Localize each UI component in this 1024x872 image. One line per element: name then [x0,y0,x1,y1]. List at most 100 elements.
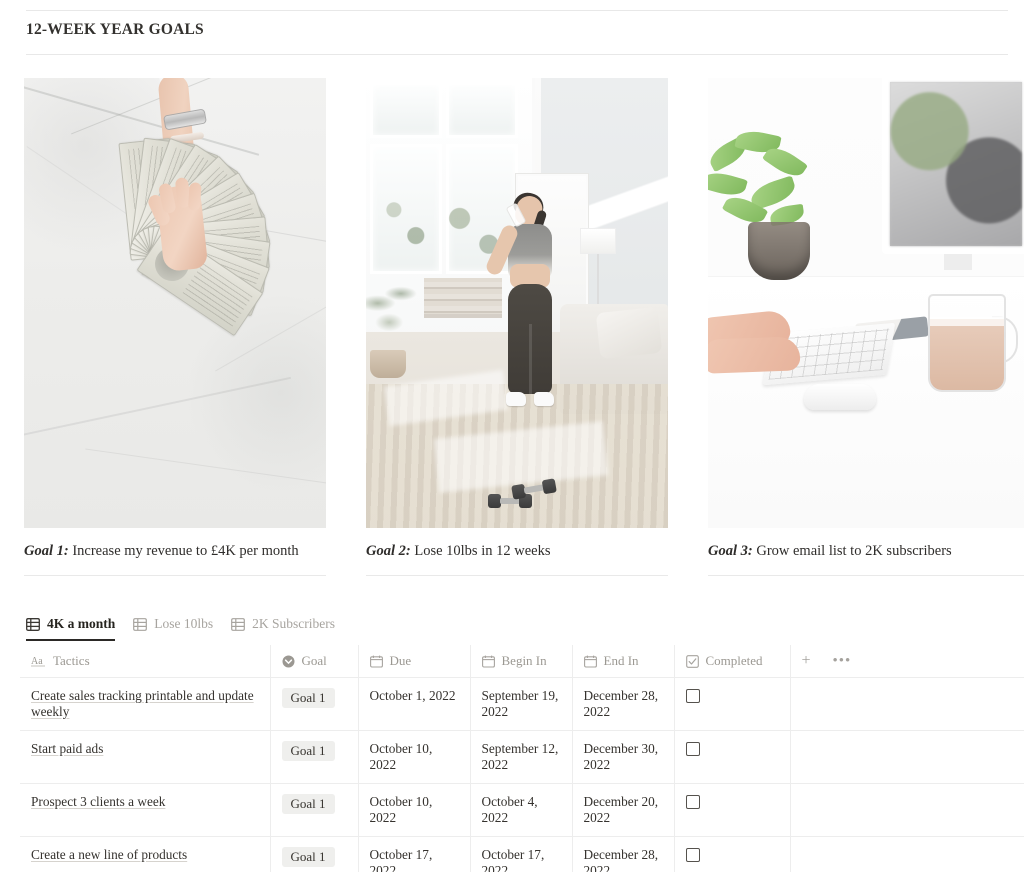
goal-1-caption: Goal 1: Increase my revenue to £4K per m… [24,528,326,577]
completed-checkbox[interactable] [685,848,700,862]
svg-text:Aa: Aa [31,656,43,667]
goal-tag: Goal 1 [281,688,335,708]
column-label: Goal [301,653,327,668]
completed-checkbox[interactable] [685,689,700,703]
cell-tactic[interactable]: Start paid ads [20,730,271,784]
tactic-link[interactable]: Create sales tracking printable and upda… [31,688,254,719]
cell-goal[interactable]: Goal 1 [269,677,359,731]
cell-tactic[interactable]: Create sales tracking printable and upda… [20,677,271,731]
cell-tactic[interactable]: Create a new line of products [20,836,271,872]
table-row[interactable]: Prospect 3 clients a week Goal 1 October… [20,783,1024,837]
tactic-link[interactable]: Prospect 3 clients a week [31,794,165,809]
tactics-table: Aa Tactics Goal Due Begin In End In Comp… [20,645,1024,872]
goal-2-image [366,78,668,528]
title-divider-top [26,10,1008,11]
column-header-completed[interactable]: Completed [673,645,791,678]
completed-checkbox[interactable] [685,795,700,809]
cell-end-in[interactable]: December 28, 2022 [571,836,675,872]
checkbox-icon [685,654,699,668]
select-circle-icon [282,655,295,668]
table-icon [133,617,148,631]
table-icon [231,617,246,631]
goal-3-caption: Goal 3: Grow email list to 2K subscriber… [708,528,1024,577]
column-label: Begin In [501,653,547,668]
cell-due[interactable]: October 10, 2022 [357,783,471,837]
goal-2-caption: Goal 2: Lose 10lbs in 12 weeks [366,528,668,577]
tactic-link[interactable]: Create a new line of products [31,847,187,862]
cell-due[interactable]: October 1, 2022 [357,677,471,731]
cell-due[interactable]: October 17, 2022 [357,836,471,872]
goal-gallery: Goal 1: Increase my revenue to £4K per m… [24,78,1024,577]
cell-completed[interactable] [673,677,791,731]
monitor [882,78,1024,254]
cell-goal[interactable]: Goal 1 [269,836,359,872]
goal-2-label: Goal 2: [366,543,411,559]
column-header-begin-in[interactable]: Begin In [469,645,573,678]
column-header-tactics[interactable]: Aa Tactics [20,645,271,678]
cell-end-in[interactable]: December 30, 2022 [571,730,675,784]
column-label: End In [603,653,639,668]
coffee-mug [928,294,1006,392]
cell-empty [789,836,1024,872]
more-options-button[interactable]: ••• [833,653,852,669]
calendar-icon [369,655,383,668]
gallery-item-goal-3: Goal 3: Grow email list to 2K subscriber… [708,78,1024,577]
calendar-icon [481,655,495,668]
cell-completed[interactable] [673,836,791,872]
table-icon [26,617,40,631]
cell-due[interactable]: October 10, 2022 [357,730,471,784]
cell-empty [789,730,1024,784]
cell-empty [789,783,1024,837]
plant-basket [370,350,406,378]
table-row[interactable]: Create sales tracking printable and upda… [20,677,1024,731]
goal-3-text: Grow email list to 2K subscribers [752,543,952,559]
lamp-shade [580,228,616,254]
cell-completed[interactable] [673,730,791,784]
goal-tag: Goal 1 [281,847,335,867]
tab-lose-10lbs[interactable]: Lose 10lbs [133,616,213,641]
text-aa-icon: Aa [31,655,46,667]
completed-checkbox[interactable] [685,742,700,756]
cell-goal[interactable]: Goal 1 [269,730,359,784]
tab-label: 2K Subscribers [252,616,336,631]
cell-tactic[interactable]: Prospect 3 clients a week [20,783,271,837]
gallery-item-goal-1: Goal 1: Increase my revenue to £4K per m… [24,78,326,577]
column-header-actions: + ••• [789,645,1024,678]
goal-tag: Goal 1 [281,741,335,761]
tab-2k-subscribers[interactable]: 2K Subscribers [231,616,335,641]
goal-3-image [708,78,1024,528]
tab-label: 4K a month [47,616,116,631]
cell-completed[interactable] [673,783,791,837]
cell-begin-in[interactable]: September 12, 2022 [469,730,573,784]
cell-end-in[interactable]: December 20, 2022 [571,783,675,837]
table-header-row: Aa Tactics Goal Due Begin In End In Comp… [20,645,1024,678]
goal-1-image [24,78,326,528]
column-header-goal[interactable]: Goal [269,645,359,678]
goal-tag: Goal 1 [281,794,335,814]
table-row[interactable]: Create a new line of products Goal 1 Oct… [20,836,1024,872]
tab-4k-a-month[interactable]: 4K a month [26,616,116,641]
monitor-stand [944,254,972,270]
woman-drinking-water [484,190,566,426]
cell-begin-in[interactable]: September 19, 2022 [469,677,573,731]
gallery-item-goal-2: Goal 2: Lose 10lbs in 12 weeks [366,78,668,577]
cell-end-in[interactable]: December 28, 2022 [571,677,675,731]
mouse [804,384,876,410]
table-row[interactable]: Start paid ads Goal 1 October 10, 2022 S… [20,730,1024,784]
add-column-button[interactable]: + [802,653,811,669]
column-header-end-in[interactable]: End In [571,645,675,678]
tab-label: Lose 10lbs [154,616,214,631]
cell-begin-in[interactable]: October 4, 2022 [469,783,573,837]
goals-page: 12-WEEK YEAR GOALS Goal 1: Increase my r… [0,0,1024,872]
hand [146,177,209,273]
goal-2-text: Lose 10lbs in 12 weeks [410,543,551,559]
cell-goal[interactable]: Goal 1 [269,783,359,837]
cell-empty [789,677,1024,731]
column-label: Completed [705,653,763,668]
table-body: Create sales tracking printable and upda… [20,677,1024,872]
cell-begin-in[interactable]: October 17, 2022 [469,836,573,872]
goal-1-label: Goal 1: [24,543,69,559]
sofa-cushion [595,306,663,360]
tactic-link[interactable]: Start paid ads [31,741,103,756]
column-header-due[interactable]: Due [357,645,471,678]
